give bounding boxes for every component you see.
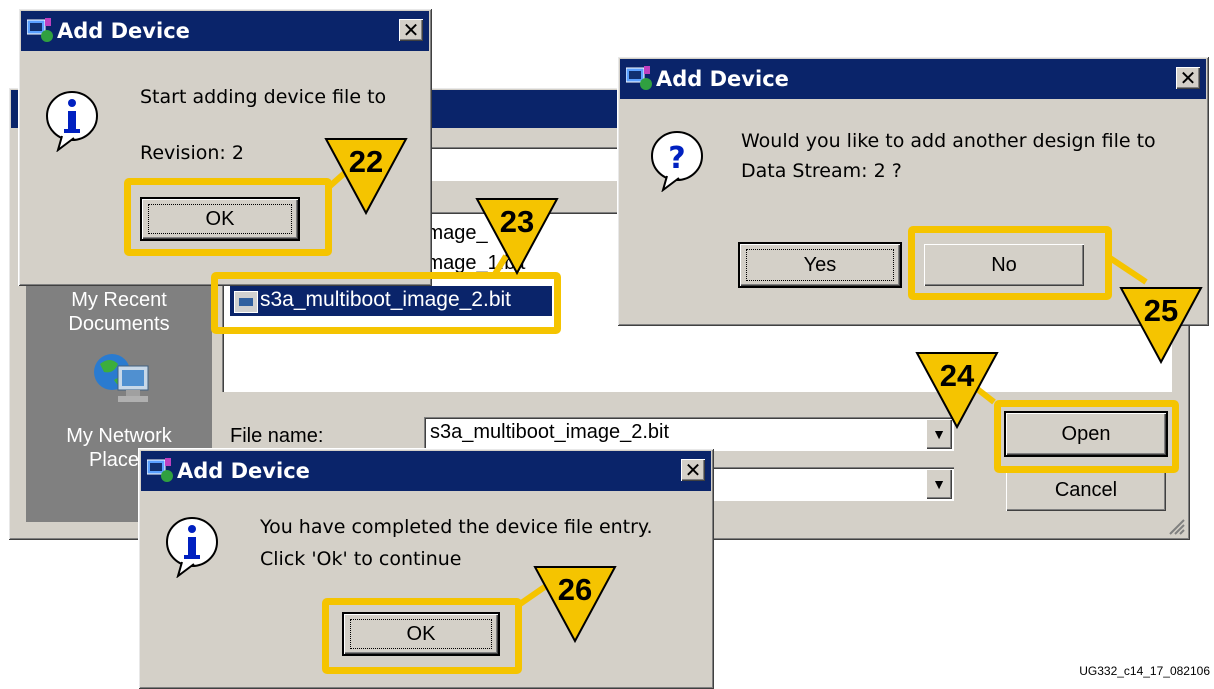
callout-25: 25 <box>1118 285 1204 365</box>
callout-number: 26 <box>557 572 593 607</box>
callout-number: 25 <box>1143 293 1179 328</box>
callout-number: 23 <box>499 204 535 239</box>
callout-number: 24 <box>939 358 975 393</box>
callout-22: 22 <box>323 136 409 216</box>
callout-26: 26 <box>532 564 618 644</box>
callout-24: 24 <box>914 350 1000 430</box>
callout-number: 22 <box>348 144 384 179</box>
callout-23: 23 <box>474 196 560 276</box>
figure-id: UG332_c14_17_082106 <box>1079 664 1210 678</box>
